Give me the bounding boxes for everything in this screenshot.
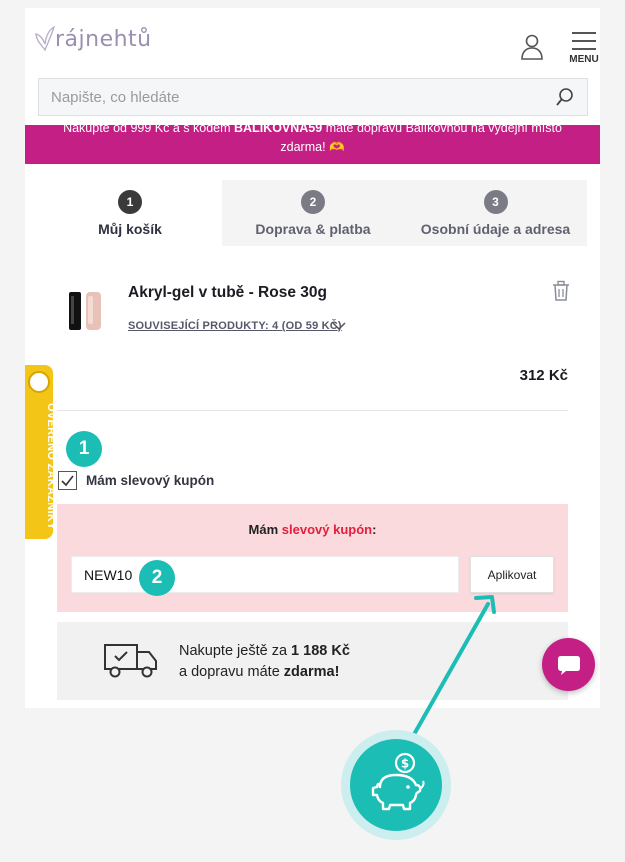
chat-icon: [558, 656, 580, 675]
piggy-bank-badge: $: [341, 730, 451, 840]
promo-code: BALIKOVNA59: [234, 125, 323, 135]
step-number: 2: [301, 190, 325, 214]
coupon-title-part2: :: [372, 522, 377, 537]
related-products-link[interactable]: SOUVISEJÍCÍ PRODUKTY: 4 (OD 59 KČ): [128, 320, 342, 332]
step-shipping-payment[interactable]: 2 Doprava & platba: [222, 180, 404, 246]
coupon-title-part1: Mám: [248, 522, 282, 537]
product-title[interactable]: Akryl-gel v tubě - Rose 30g: [128, 284, 327, 302]
item-price: 312 Kč: [519, 367, 568, 384]
promo-text: Nakupte od 999 Kč a s kódem BALIKOVNA59 …: [25, 125, 600, 157]
search-bar: [25, 70, 600, 125]
coupon-checkbox[interactable]: [58, 471, 77, 490]
promo-text-part1: Nakupte od 999 Kč a s kódem: [63, 125, 234, 135]
search-box: [38, 78, 588, 116]
chat-button[interactable]: [542, 638, 595, 691]
shipping-line2: a dopravu máte: [179, 664, 284, 680]
user-icon[interactable]: [520, 34, 544, 60]
free-shipping-text: Nakupte ještě za 1 188 Kč a dopravu máte…: [179, 641, 350, 683]
step-number: 1: [118, 190, 142, 214]
verified-seal-icon: [28, 371, 50, 393]
coupon-box-title: Mám slevový kupón:: [57, 522, 568, 537]
step-label: Doprava & platba: [255, 221, 371, 237]
step-label: Osobní údaje a adresa: [420, 221, 571, 237]
truck-icon: [104, 644, 157, 678]
free-shipping-box: Nakupte ještě za 1 188 Kč a dopravu máte…: [57, 622, 568, 700]
verified-badge-text: OVĚŘENO ZÁKAZNÍKY: [45, 403, 57, 530]
search-icon[interactable]: [555, 87, 575, 107]
step-number: 3: [483, 190, 508, 214]
apply-coupon-button[interactable]: Aplikovat: [470, 556, 554, 593]
product-image[interactable]: [66, 290, 106, 332]
coupon-title-highlight: slevový kupón: [281, 522, 373, 537]
step-label: Můj košík: [98, 221, 162, 237]
piggy-bank-circle: $: [350, 739, 442, 831]
verified-reviews-badge[interactable]: OVĚŘENO ZÁKAZNÍKY: [25, 365, 57, 539]
menu-icon: [572, 32, 596, 34]
menu-button[interactable]: MENU: [567, 32, 601, 65]
butterfly-icon: [35, 26, 55, 52]
promo-text-part2: máte dopravu Balíkovnou na výdejní místo: [322, 125, 562, 135]
logo-text: rájnehtů: [55, 27, 152, 52]
coupon-checkbox-label[interactable]: Mám slevový kupón: [86, 473, 214, 488]
step-personal-details[interactable]: 3 Osobní údaje a adresa: [404, 180, 587, 246]
chevron-down-icon[interactable]: [332, 320, 346, 332]
coupon-box: Mám slevový kupón: Aplikovat: [57, 504, 568, 612]
svg-text:$: $: [401, 757, 409, 771]
menu-label: MENU: [569, 54, 599, 65]
trash-icon[interactable]: [551, 280, 571, 302]
menu-icon-bar: [572, 40, 596, 42]
logo[interactable]: rájnehtů: [35, 26, 152, 52]
step-marker: 2: [139, 560, 175, 596]
coupon-code-input[interactable]: [71, 556, 459, 593]
check-icon: [61, 475, 74, 487]
step-cart[interactable]: 1 Můj košík: [38, 180, 222, 246]
divider: [57, 410, 568, 411]
promo-banner: Nakupte od 999 Kč a s kódem BALIKOVNA59 …: [25, 125, 600, 164]
step-marker: 1: [66, 431, 102, 467]
shipping-line1: Nakupte ještě za: [179, 643, 292, 659]
search-input[interactable]: [39, 79, 539, 115]
menu-icon-bar: [572, 48, 596, 50]
shipping-amount: 1 188 Kč: [291, 643, 350, 659]
promo-text-line2: zdarma! 🫶: [280, 140, 345, 154]
shipping-free: zdarma!: [283, 664, 340, 680]
site-header: rájnehtů MENU: [25, 8, 600, 70]
piggy-bank-icon: $: [371, 752, 425, 811]
